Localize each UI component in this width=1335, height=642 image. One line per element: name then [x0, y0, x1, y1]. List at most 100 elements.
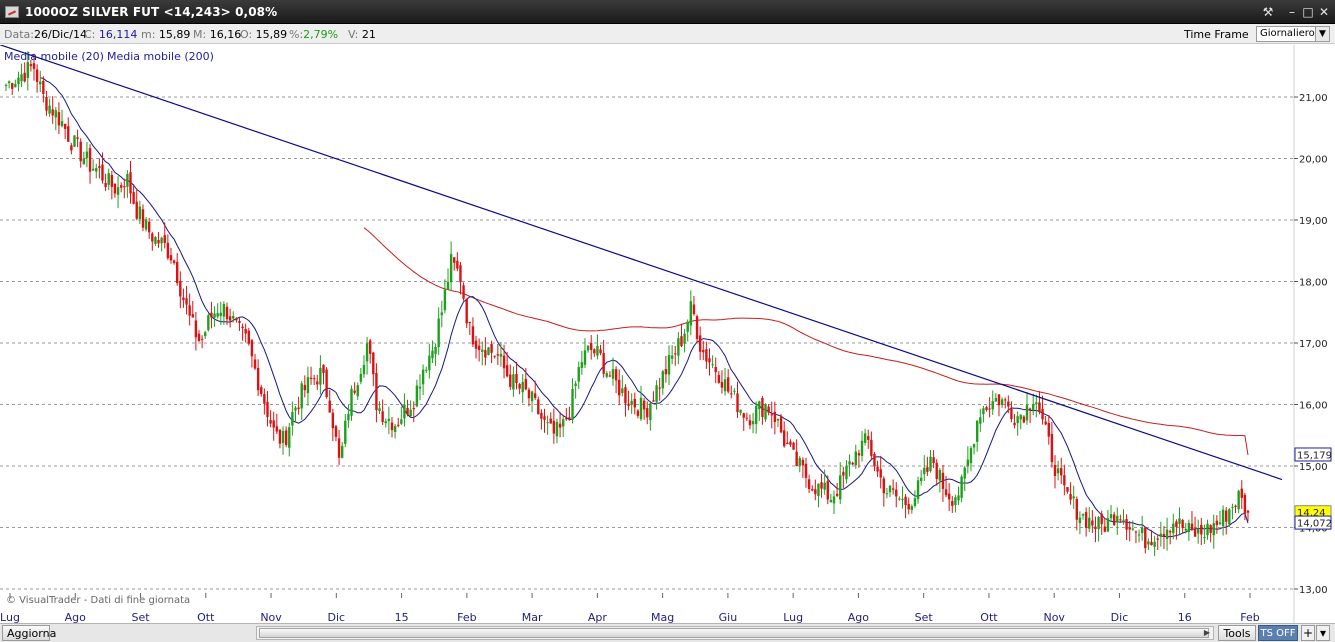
candle-body: [241, 326, 244, 328]
candle-body: [888, 485, 892, 493]
candle-body: [960, 476, 963, 498]
candle-body: [649, 403, 652, 420]
candle-body: [39, 81, 42, 85]
candle-body: [667, 355, 671, 375]
candle-body: [1203, 537, 1206, 539]
timeframe-select[interactable]: Giornaliero ▼: [1256, 26, 1330, 42]
candle-body: [281, 430, 285, 444]
candle-body: [306, 377, 310, 394]
candle-body: [256, 367, 260, 391]
candle-body: [275, 426, 279, 432]
x-tick-label: Feb: [1240, 611, 1259, 623]
candle-body: [686, 321, 689, 332]
candle-body: [530, 391, 534, 402]
candle-body: [350, 388, 353, 416]
candle-body: [552, 420, 556, 434]
minimize-button[interactable]: –: [1284, 4, 1300, 20]
candle-body: [1172, 523, 1175, 534]
ts-toggle[interactable]: TS OFF: [1258, 625, 1298, 641]
candle-body: [291, 411, 294, 426]
candle-body: [751, 421, 755, 425]
scroll-right-icon[interactable]: ▶: [1201, 627, 1213, 639]
candle-body: [518, 384, 521, 389]
candle-body: [1047, 422, 1050, 437]
candle-body: [919, 477, 923, 482]
candle-body: [1069, 494, 1072, 500]
candle-body: [1116, 515, 1119, 523]
scrollbar-thumb[interactable]: [259, 628, 1209, 638]
candle-body: [312, 378, 316, 380]
legend-ma20[interactable]: Media mobile (20): [4, 50, 104, 63]
candle-body: [319, 367, 322, 385]
candle-body: [443, 289, 447, 311]
candle-body: [95, 168, 98, 172]
candle-body: [1066, 487, 1069, 492]
candle-body: [406, 408, 409, 415]
candle-body: [593, 349, 596, 354]
horizontal-scrollbar[interactable]: ▶: [256, 626, 1214, 640]
candle-body: [1112, 514, 1116, 525]
candle-body: [509, 374, 512, 387]
candle-body: [873, 453, 876, 467]
candle-body: [418, 386, 422, 389]
candle-body: [88, 148, 92, 172]
x-tick-label: Dic: [1111, 611, 1129, 623]
candle-body: [1156, 538, 1159, 540]
x-tick-label: Dic: [328, 611, 346, 623]
candle-body: [938, 469, 942, 481]
candle-body: [761, 397, 764, 418]
candle-body: [652, 400, 655, 402]
candle-body: [1041, 408, 1044, 420]
candle-body: [521, 381, 524, 393]
candle-body: [817, 483, 820, 497]
candle-body: [260, 387, 263, 395]
candle-body: [210, 312, 213, 318]
candle-body: [764, 404, 767, 420]
candle-body: [832, 496, 836, 504]
zoom-in-button[interactable]: +: [1301, 625, 1315, 641]
candle-body: [104, 182, 107, 188]
maximize-button[interactable]: □: [1300, 4, 1316, 20]
candle-body: [870, 439, 873, 457]
candle-body: [294, 407, 297, 411]
y-tick-label: 18,00: [1299, 278, 1328, 289]
tools-button[interactable]: Tools: [1218, 625, 1256, 641]
candle-body: [602, 353, 605, 374]
candle-body: [372, 352, 375, 375]
info-max: M: 16,16: [193, 28, 242, 41]
candle-body: [1237, 490, 1240, 510]
candle-body: [194, 320, 198, 338]
settings-icon[interactable]: ▾: [1316, 625, 1330, 641]
candle-body: [1032, 404, 1035, 411]
candle-body: [935, 462, 938, 479]
candle-body: [1159, 533, 1163, 537]
candle-body: [561, 419, 565, 427]
candle-body: [779, 416, 783, 433]
candle-body: [814, 489, 817, 495]
candle-body: [322, 364, 325, 374]
x-tick-label: Ott: [980, 611, 998, 623]
update-button[interactable]: Aggiorna: [2, 625, 56, 641]
candle-body: [42, 80, 45, 94]
candle-body: [191, 314, 194, 318]
candle-body: [599, 349, 602, 354]
candle-body: [916, 480, 920, 500]
candle-body: [1178, 518, 1181, 524]
candle-body: [32, 63, 36, 69]
candle-body: [449, 254, 453, 283]
candle-body: [941, 472, 945, 489]
candle-body: [45, 96, 48, 111]
price-chart[interactable]: 21,0020,0019,0018,0017,0016,0015,0014,00…: [0, 45, 1335, 623]
x-tick-label: Giu: [719, 611, 738, 623]
chevron-down-icon[interactable]: ▼: [1315, 27, 1329, 41]
candle-body: [857, 453, 861, 456]
pin-icon[interactable]: ⚒: [1260, 4, 1276, 20]
candle-body: [1000, 399, 1004, 406]
candle-body: [397, 424, 400, 426]
candle-body: [985, 407, 988, 410]
close-button[interactable]: ✕: [1316, 4, 1332, 20]
candle-body: [860, 440, 864, 456]
legend-ma200[interactable]: Media mobile (200): [107, 50, 214, 63]
y-tick-label: 17,00: [1299, 339, 1328, 350]
candle-body: [748, 420, 752, 426]
